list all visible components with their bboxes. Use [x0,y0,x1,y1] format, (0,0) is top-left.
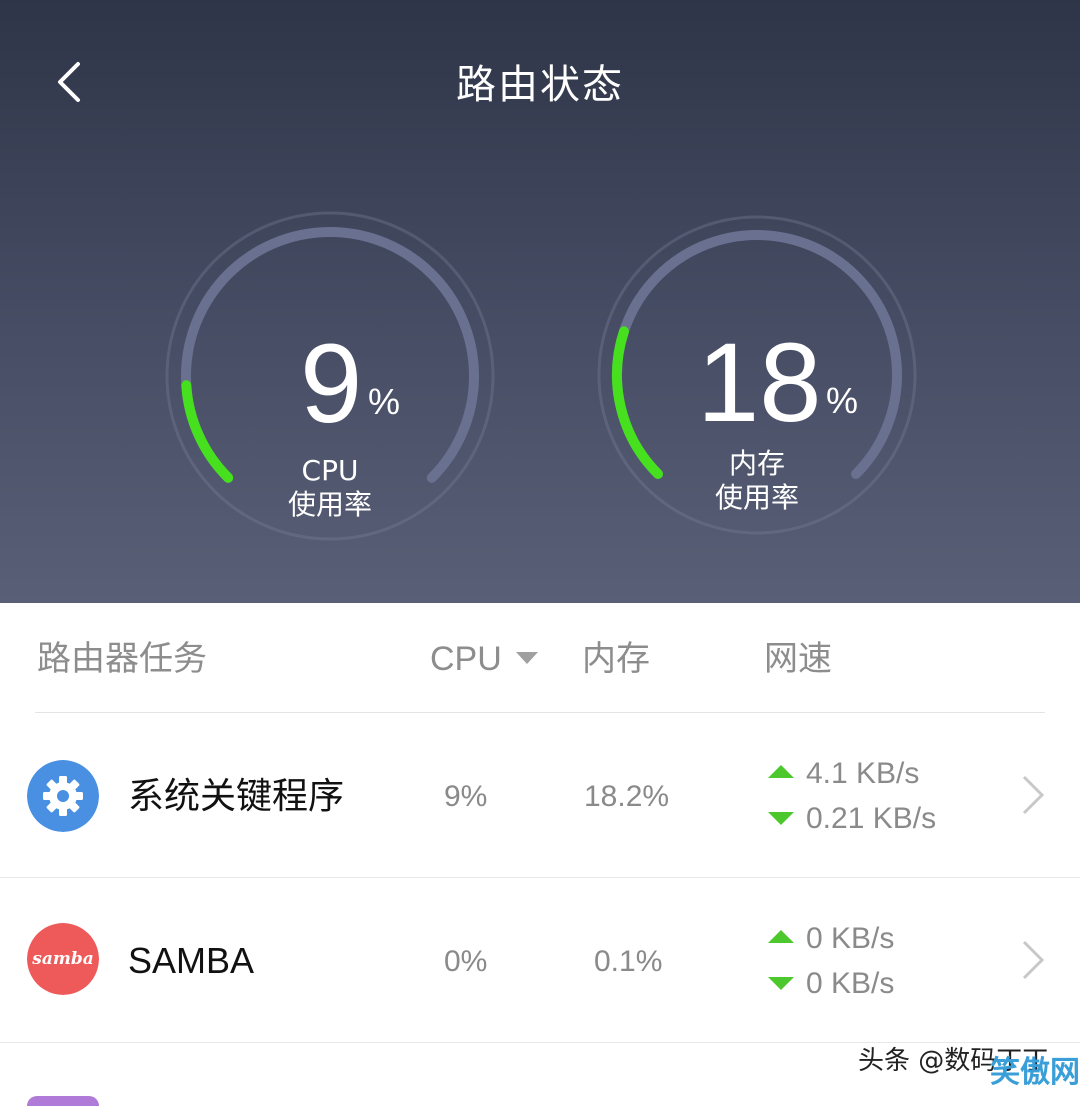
download-arrow-icon [768,976,794,990]
memory-gauge: 18 % 内存 使用率 [595,215,920,540]
task-download-speed: 0.21 KB/s [768,801,936,837]
column-header-speed[interactable]: 网速 [764,639,832,679]
memory-usage-unit: % [826,380,859,421]
task-memory: 18.2% [584,780,670,813]
task-row-system[interactable]: 系统关键程序 9% 18.2% 4.1 KB/s 0.21 KB/s [0,713,1080,877]
memory-usage-label: 内存 使用率 [657,447,857,515]
header: 路由状态 9 % CPU 使用率 18 % 内存 使用率 [0,0,1080,603]
task-memory: 0.1% [594,945,663,978]
cpu-usage-unit: % [368,381,401,422]
memory-label-line1: 内存 [728,447,785,480]
column-header-memory[interactable]: 内存 [582,639,650,679]
cpu-label-line1: CPU [301,454,359,487]
upload-value: 0 KB/s [806,922,895,955]
cpu-label-line2: 使用率 [287,488,372,521]
download-value: 0 KB/s [806,967,895,1000]
upload-arrow-icon [768,764,794,778]
row-divider [0,1042,1080,1043]
upload-value: 4.1 KB/s [806,757,920,790]
download-value: 0.21 KB/s [806,802,937,835]
task-row-samba[interactable]: samba SAMBA 0% 0.1% 0 KB/s 0 KB/s [0,878,1080,1042]
memory-label-line2: 使用率 [714,481,799,514]
watermark-logo: 笑傲网 [990,1055,1080,1090]
task-cpu: 9% [444,780,488,813]
cpu-usage-label: CPU 使用率 [230,454,430,522]
task-download-speed: 0 KB/s [768,966,894,1002]
memory-gauge-arc [612,326,664,479]
app-icon-partial [27,1096,99,1106]
gear-icon [27,760,99,832]
download-arrow-icon [768,811,794,825]
task-upload-speed: 4.1 KB/s [768,756,919,792]
task-table-header: 路由器任务 CPU 内存 网速 [0,603,1080,713]
column-header-task: 路由器任务 [37,639,207,679]
task-upload-speed: 0 KB/s [768,921,894,957]
chevron-right-icon[interactable] [1018,938,1046,982]
page-title: 路由状态 [456,62,624,108]
memory-usage-value: 18 [697,320,822,445]
samba-logo-text: samba [31,949,93,969]
cpu-gauge: 9 % CPU 使用率 [160,210,500,550]
column-header-cpu[interactable]: CPU [430,639,502,679]
task-name: SAMBA [128,940,255,981]
task-cpu: 0% [444,945,488,978]
samba-logo-icon: samba [27,923,99,995]
upload-arrow-icon [768,929,794,943]
cpu-usage-value: 9 [300,321,363,446]
chevron-right-icon[interactable] [1018,773,1046,817]
task-name: 系统关键程序 [128,776,345,817]
sort-descending-icon[interactable] [516,652,538,664]
